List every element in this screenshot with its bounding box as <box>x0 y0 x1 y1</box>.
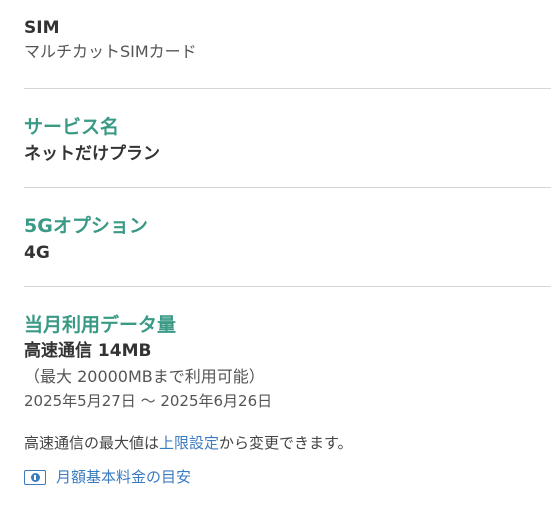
service-section: サービス名 ネットだけプラン <box>24 89 551 187</box>
5g-option-value: 4G <box>24 243 50 263</box>
plan-detail-panel: SIM マルチカットSIMカード サービス名 ネットだけプラン 5Gオプション … <box>0 0 551 487</box>
data-usage-value: 高速通信 14MB <box>24 341 152 361</box>
sim-title: SIM <box>24 18 60 38</box>
monthly-fee-guide-link[interactable]: 月額基本料金の目安 <box>24 467 551 487</box>
5g-option-title: 5Gオプション <box>24 215 148 237</box>
service-title: サービス名 <box>24 116 120 138</box>
data-usage-section: 当月利用データ量 高速通信 14MB （最大 20000MBまで利用可能） 20… <box>24 287 551 487</box>
data-usage-cap: （最大 20000MBまで利用可能） <box>24 367 265 386</box>
data-usage-title: 当月利用データ量 <box>24 314 177 336</box>
sim-section: SIM マルチカットSIMカード <box>24 0 551 88</box>
sim-value: マルチカットSIMカード <box>24 42 197 61</box>
note-prefix: 高速通信の最大値は <box>24 434 160 452</box>
monthly-fee-guide-label: 月額基本料金の目安 <box>56 468 192 486</box>
service-value: ネットだけプラン <box>24 144 160 164</box>
limit-setting-note: 高速通信の最大値は上限設定から変更できます。 <box>24 433 551 453</box>
data-usage-period: 2025年5月27日 ～ 2025年6月26日 <box>24 392 273 410</box>
note-suffix: から変更できます。 <box>219 434 353 452</box>
money-icon <box>24 469 46 485</box>
limit-setting-link[interactable]: 上限設定 <box>159 434 219 452</box>
5g-option-section: 5Gオプション 4G <box>24 188 551 286</box>
